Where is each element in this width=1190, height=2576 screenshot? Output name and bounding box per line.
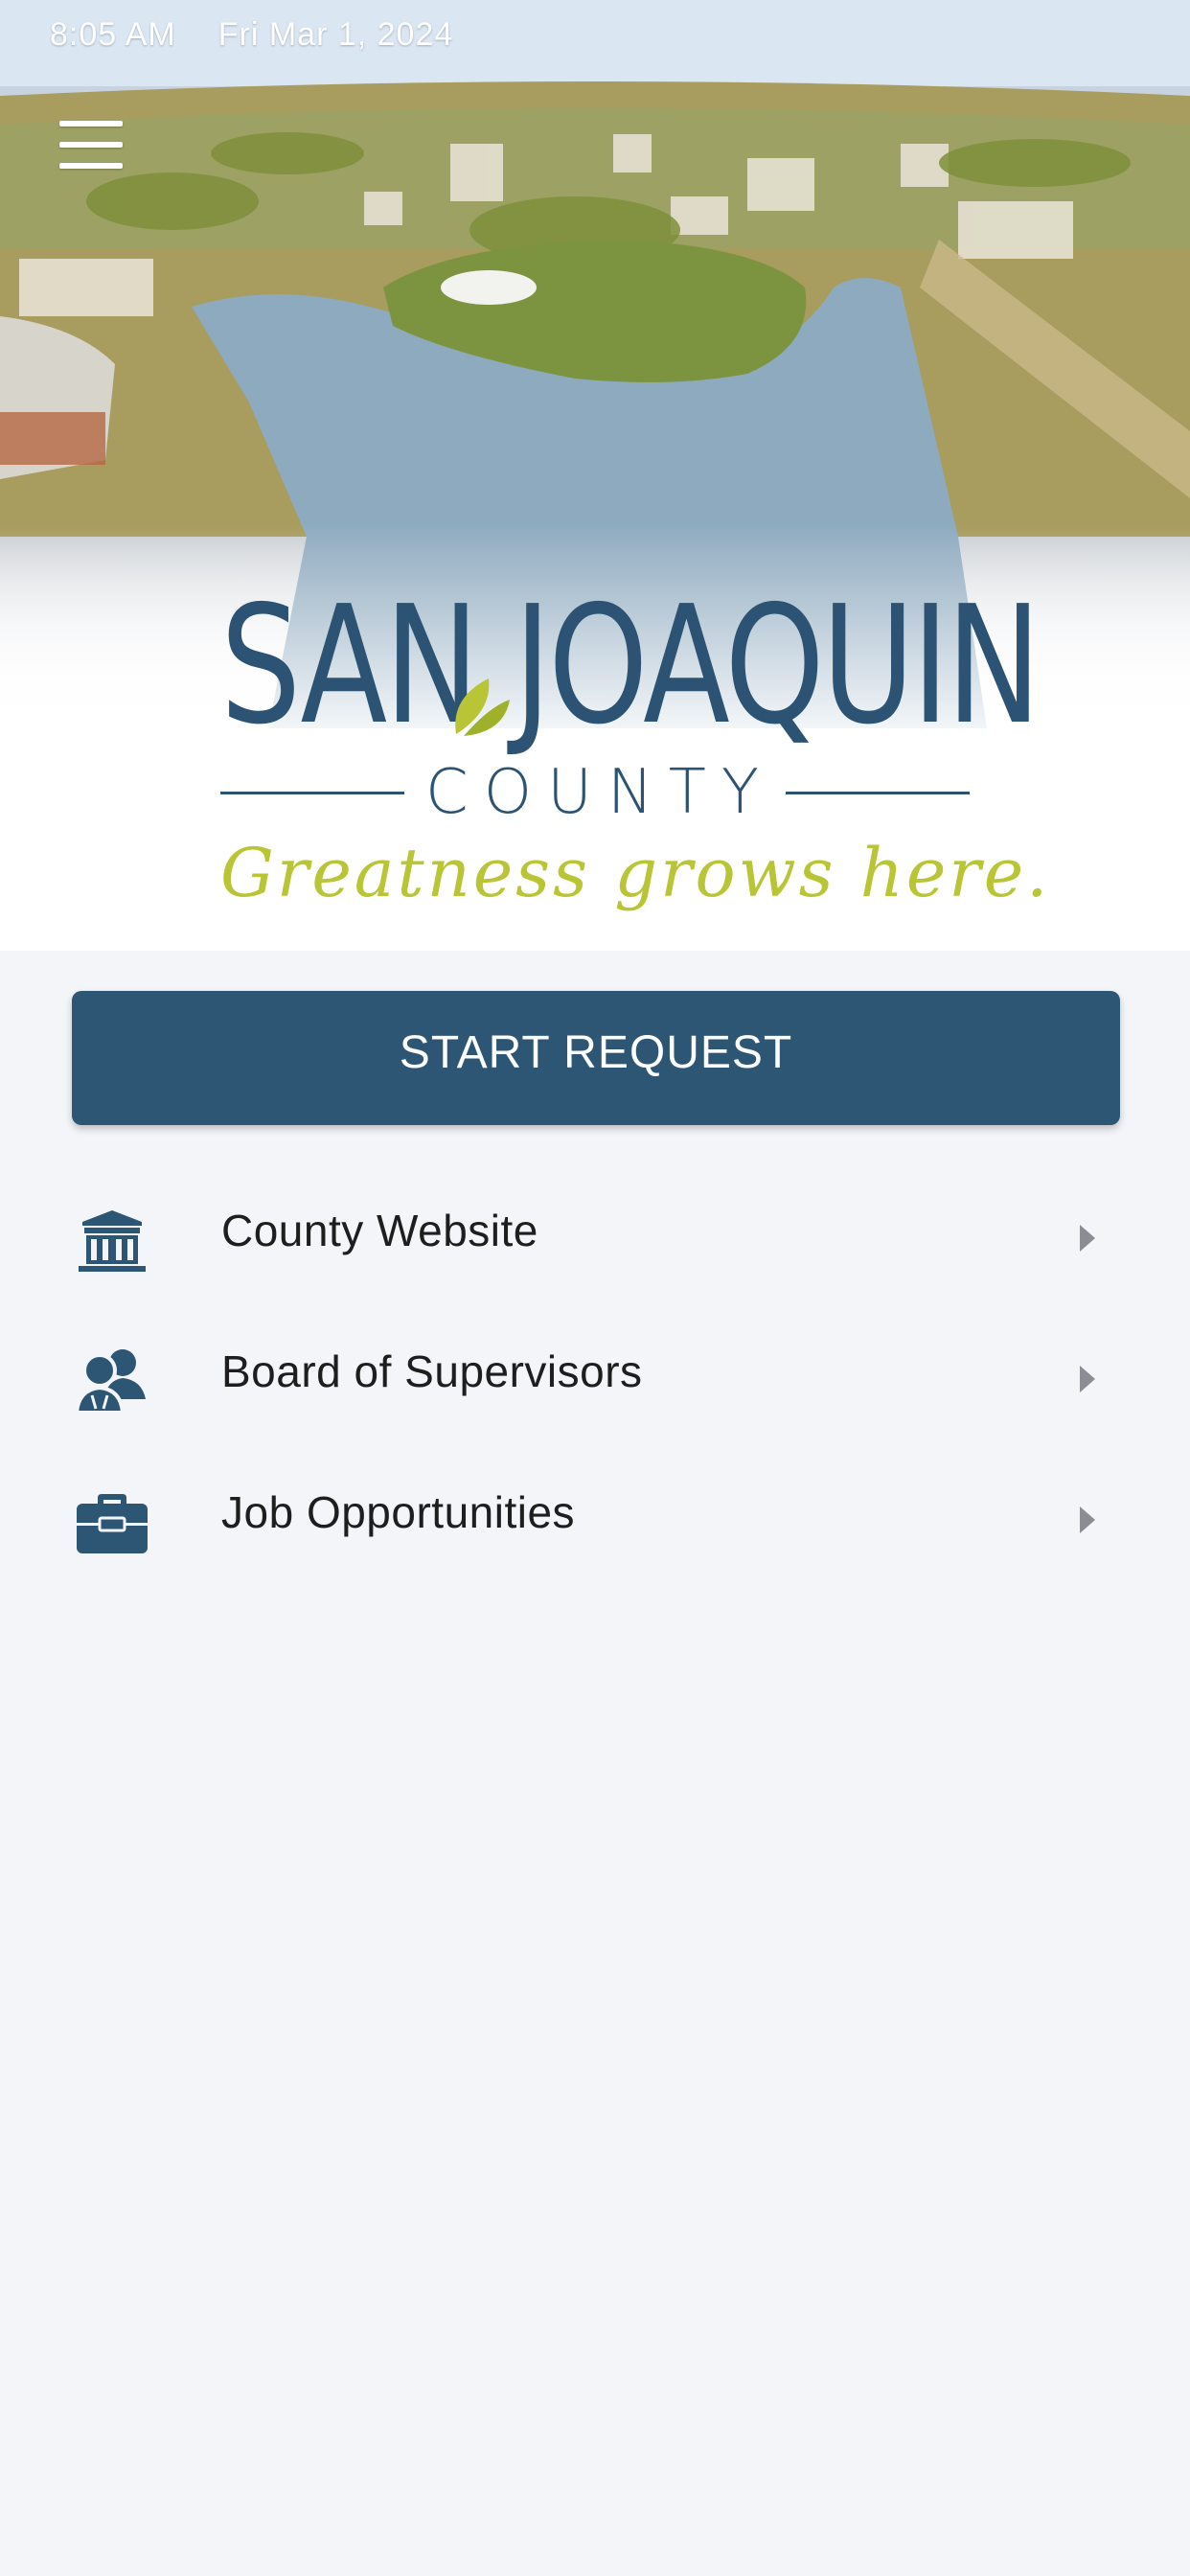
link-job-opportunities[interactable]: Job Opportunities [0,1446,1190,1587]
link-label: Board of Supervisors [221,1346,643,1396]
hamburger-menu-icon[interactable] [59,121,123,169]
county-logo: SAN JOAQUIN COUNTY Greatness grows here. [220,585,1051,930]
logo-title: SAN JOAQUIN [220,585,1041,748]
logo-subtitle: COUNTY [425,757,774,828]
header-hero: 8:05 AM Fri Mar 1, 2024 SAN JOAQUIN COUN… [0,0,1190,951]
logo-rule-right [785,791,970,794]
leaf-icon [455,678,510,736]
start-request-button[interactable]: START REQUEST [72,991,1120,1125]
logo-rule-left [220,791,405,794]
briefcase-icon [77,1494,148,1553]
logo-title-text: SAN JOAQUIN [220,571,1041,761]
chevron-right-icon [1080,1506,1095,1533]
status-bar: 8:05 AM Fri Mar 1, 2024 [50,13,453,56]
status-time: 8:05 AM [50,15,176,53]
users-icon [75,1349,146,1414]
chevron-right-icon [1080,1366,1095,1392]
link-label: County Website [221,1206,538,1255]
link-list: County Website Board of Supervisors Job … [0,1164,1190,1587]
chevron-right-icon [1080,1225,1095,1252]
building-icon [79,1210,146,1272]
status-date: Fri Mar 1, 2024 [217,15,454,53]
link-label: Job Opportunities [221,1487,576,1537]
link-board-of-supervisors[interactable]: Board of Supervisors [0,1305,1190,1446]
logo-county-row: COUNTY [220,757,970,828]
logo-tagline: Greatness grows here. [220,834,1051,912]
link-county-website[interactable]: County Website [0,1164,1190,1305]
